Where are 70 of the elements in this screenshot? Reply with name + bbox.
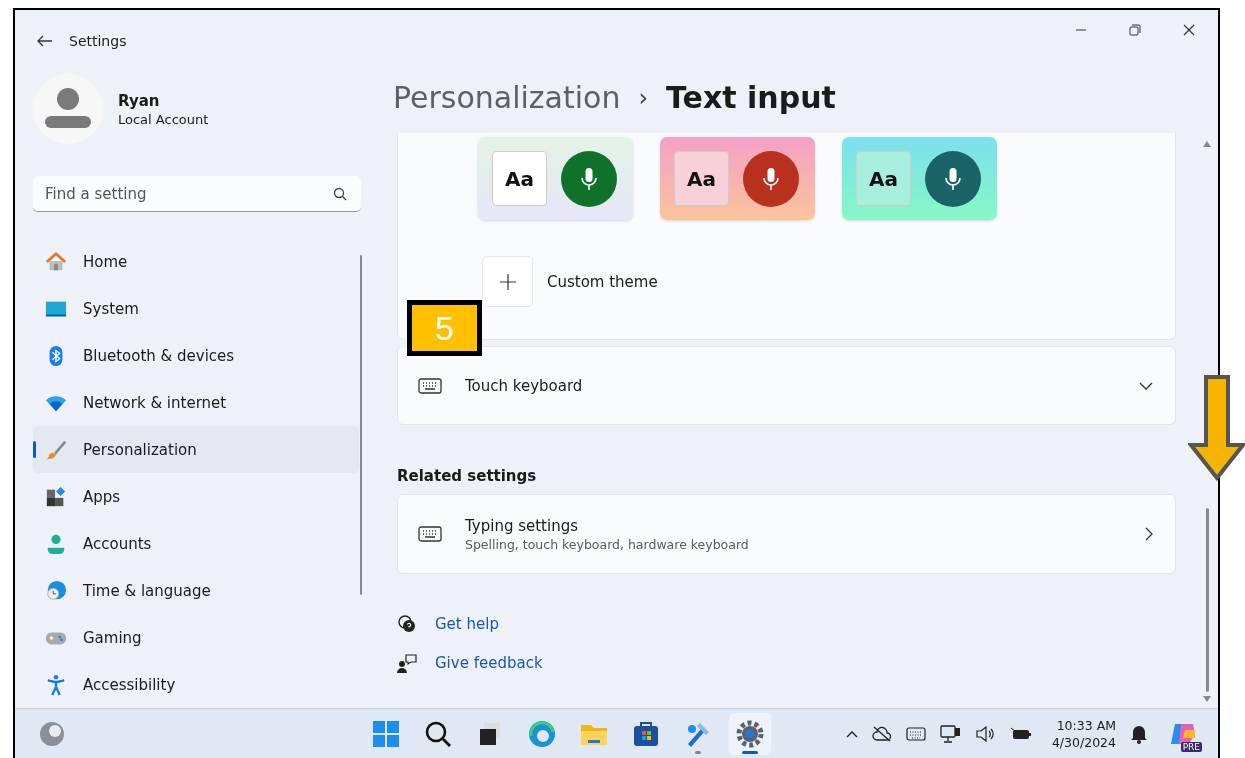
feedback-icon: [397, 653, 417, 673]
nav-item[interactable]: Accessibility: [33, 661, 359, 708]
scrollbar-thumb[interactable]: [1205, 508, 1209, 692]
window-title: Settings: [69, 33, 127, 49]
gear-icon: [736, 719, 764, 748]
nav-item[interactable]: Personalization: [33, 426, 359, 473]
theme-sample: Aa: [492, 151, 547, 206]
globe-clock-icon: [45, 579, 67, 602]
battery-icon[interactable]: [1009, 726, 1032, 741]
touch-keyboard-row[interactable]: Touch keyboard: [397, 346, 1176, 425]
chevron-down-icon: [1139, 381, 1153, 390]
volume-icon[interactable]: [975, 725, 996, 742]
nav-item[interactable]: Accounts: [33, 520, 359, 567]
restore-icon[interactable]: [1129, 24, 1141, 36]
row-title: Typing settings: [465, 516, 579, 535]
custom-theme-label: Custom theme: [547, 272, 658, 291]
clock[interactable]: 10:33 AM 4/30/2024: [1051, 716, 1116, 751]
preview-badge: PRE: [1180, 741, 1202, 752]
accessibility-icon: [45, 673, 67, 696]
brush-icon: [45, 438, 67, 461]
theme-option[interactable]: Aa: [478, 137, 633, 220]
keyboard-icon: [418, 377, 442, 394]
down-arrow-icon: [1188, 375, 1245, 481]
page-title: Text input: [666, 80, 836, 115]
keyboard-icon: [418, 526, 442, 542]
help-link[interactable]: Give feedback: [435, 654, 543, 672]
section-heading: Related settings: [397, 467, 538, 485]
chevron-right-icon: [1145, 527, 1153, 541]
help-icon: [397, 614, 417, 634]
store-icon: [632, 719, 660, 748]
step-callout: 5: [407, 300, 482, 356]
close-icon[interactable]: [1183, 24, 1195, 36]
search-field[interactable]: Find a setting: [33, 176, 361, 212]
row-subtitle: Spelling, touch keyboard, hardware keyboard: [465, 536, 750, 552]
typing-settings-row[interactable]: Typing settings Spelling, touch keyboard, hardware keyboard: [397, 494, 1176, 574]
nav-item[interactable]: System: [33, 285, 359, 332]
theme-sample: Aa: [674, 151, 729, 206]
home-icon: [45, 250, 67, 273]
keyboard-icon[interactable]: [905, 726, 926, 741]
scroll-up-icon[interactable]: [1203, 141, 1211, 147]
nav-item[interactable]: Apps: [33, 473, 359, 520]
network-icon[interactable]: [939, 724, 962, 743]
user-name: Ryan: [118, 91, 161, 110]
nav-item[interactable]: Time & language: [33, 567, 359, 614]
browser-icon: [528, 719, 556, 748]
nav-item[interactable]: Gaming: [33, 614, 359, 661]
back-icon[interactable]: [37, 35, 53, 47]
bell-icon[interactable]: [1130, 723, 1148, 744]
account-type: Local Account: [118, 111, 209, 127]
nav-item[interactable]: Bluetooth & devices: [33, 332, 359, 379]
search-icon: [424, 719, 452, 748]
nav-item[interactable]: Home: [33, 238, 359, 285]
cloud-icon[interactable]: [871, 725, 892, 742]
weather-icon[interactable]: [39, 720, 65, 747]
theme-sample: Aa: [856, 151, 911, 206]
nav-item[interactable]: Network & internet: [33, 379, 359, 426]
windows-icon: [372, 719, 400, 748]
apps-icon: [45, 485, 67, 508]
theme-option[interactable]: Aa: [660, 137, 815, 220]
plus-icon: [499, 273, 516, 290]
help-link[interactable]: Get help: [435, 615, 499, 633]
avatar-icon: [33, 74, 103, 144]
scroll-down-icon[interactable]: [1203, 696, 1211, 702]
theme-option[interactable]: Aa: [842, 137, 997, 220]
breadcrumb-separator: ›: [638, 83, 649, 112]
add-button[interactable]: [482, 256, 533, 307]
search-icon[interactable]: [333, 187, 347, 201]
chevron-up-icon[interactable]: [845, 729, 858, 738]
breadcrumb-parent[interactable]: Personalization: [393, 80, 621, 115]
person-icon: [45, 532, 67, 555]
